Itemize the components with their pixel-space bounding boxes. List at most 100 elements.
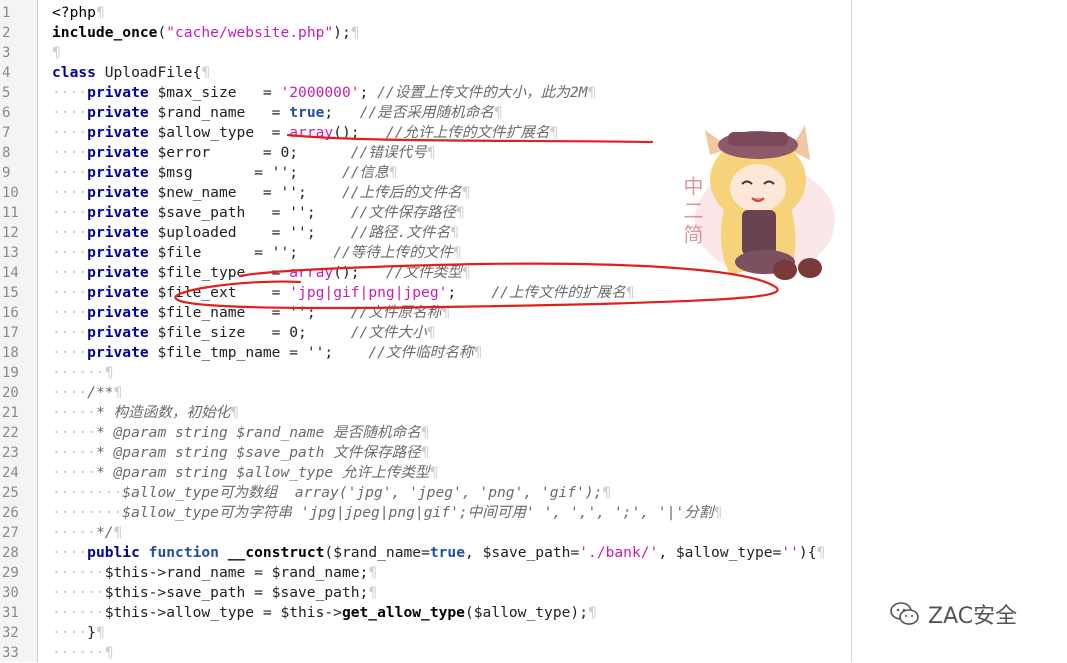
code-token-kw: private bbox=[87, 264, 149, 281]
code-line[interactable]: ····private $msg = ''; //信息¶ bbox=[52, 163, 398, 183]
code-line[interactable]: ······$this->rand_name = $rand_name;¶ bbox=[52, 563, 377, 583]
code-line[interactable]: ······¶ bbox=[52, 363, 114, 383]
code-token-pl: $uploaded = ''; bbox=[148, 224, 351, 241]
code-line[interactable]: <?php¶ bbox=[52, 3, 105, 23]
code-line[interactable]: ·····*/¶ bbox=[52, 523, 122, 543]
code-line[interactable]: ····private $rand_name = true; //是否采用随机命… bbox=[52, 103, 503, 123]
code-line[interactable]: ····private $file_tmp_name = ''; //文件临时名… bbox=[52, 343, 482, 363]
code-line[interactable]: ······$this->allow_type = $this->get_all… bbox=[52, 603, 597, 623]
code-token-cmt: //是否采用随机命名 bbox=[359, 104, 494, 121]
code-line[interactable]: ·····* @param string $allow_type 允许上传类型¶ bbox=[52, 463, 438, 483]
code-token-ind: ···· bbox=[52, 544, 88, 561]
code-token-cmt: * @param string $rand_name 是否随机命名 bbox=[95, 424, 421, 441]
code-line[interactable]: ····private $file_ext = 'jpg|gif|png|jpe… bbox=[52, 283, 634, 303]
code-token-ind: ······ bbox=[52, 564, 105, 581]
code-token-ind: ···· bbox=[52, 224, 88, 241]
code-token-ind: ···· bbox=[52, 324, 88, 341]
code-line[interactable]: ····private $uploaded = ''; //路径.文件名¶ bbox=[52, 223, 459, 243]
code-token-kw: private bbox=[87, 124, 149, 141]
code-token-pl: ($allow_type); bbox=[464, 604, 588, 621]
line-number: 19 bbox=[2, 365, 19, 381]
code-token-ind: ···· bbox=[52, 124, 88, 141]
code-token-pil: ¶ bbox=[625, 284, 635, 301]
code-line[interactable]: include_once("cache/website.php");¶ bbox=[52, 23, 360, 43]
code-token-pl: $file_tmp_name = ''; bbox=[148, 344, 369, 361]
code-line[interactable]: ····}¶ bbox=[52, 623, 105, 643]
code-token-fn: include_once bbox=[52, 24, 158, 41]
code-line[interactable]: ····private $error = 0; //错误代号¶ bbox=[52, 143, 436, 163]
line-number: 9 bbox=[2, 165, 11, 181]
code-editor[interactable]: 1 2 3 4 5 6 7 8 9 10 11 12 13 14 15 16 17 18 19 20 21 22 23 24 2… bbox=[0, 0, 1067, 662]
line-number: 26 bbox=[2, 505, 19, 521]
line-number: 16 bbox=[2, 305, 19, 321]
line-number: 12 bbox=[2, 225, 19, 241]
code-token-pl: $max_size = bbox=[148, 84, 281, 101]
code-token-cmt: //上传文件的扩展名 bbox=[491, 284, 626, 301]
code-token-kw: private bbox=[87, 84, 149, 101]
line-number: 6 bbox=[2, 105, 11, 121]
code-token-pl: } bbox=[87, 624, 96, 641]
code-line[interactable]: ·····* @param string $rand_name 是否随机命名¶ bbox=[52, 423, 430, 443]
code-token-ind: ····· bbox=[52, 424, 96, 441]
code-token-pl: ; bbox=[447, 284, 492, 301]
code-token-pl: $file_type = bbox=[148, 264, 290, 281]
line-number: 33 bbox=[2, 645, 19, 661]
code-token-kw: private bbox=[87, 244, 149, 261]
code-line[interactable]: ·····* 构造函数，初始化¶ bbox=[52, 403, 239, 423]
code-line[interactable]: ········$allow_type可为字符串 'jpg|jpeg|png|g… bbox=[52, 503, 722, 523]
code-token-pil: ¶ bbox=[587, 604, 597, 621]
code-token-pil: ¶ bbox=[493, 104, 503, 121]
code-token-ind: ···· bbox=[52, 204, 88, 221]
code-token-pl: $this->save_path = $save_path; bbox=[104, 584, 369, 601]
code-token-cmt: //等待上传的文件 bbox=[333, 244, 453, 261]
code-line[interactable]: ¶ bbox=[52, 43, 61, 63]
code-token-ind: ···· bbox=[52, 244, 88, 261]
line-number: 21 bbox=[2, 405, 19, 421]
wechat-icon bbox=[890, 602, 919, 625]
code-line[interactable]: ····private $save_path = ''; //文件保存路径¶ bbox=[52, 203, 465, 223]
code-token-str: array bbox=[289, 264, 334, 281]
code-token-cmt: //错误代号 bbox=[350, 144, 427, 161]
line-number: 15 bbox=[2, 285, 19, 301]
code-token-tag: <?php bbox=[52, 4, 96, 21]
right-margin-guide bbox=[851, 0, 852, 662]
code-token-pl: $save_path = ''; bbox=[148, 204, 351, 221]
code-line[interactable]: ······$this->save_path = $save_path;¶ bbox=[52, 583, 377, 603]
code-token-kw: private bbox=[87, 184, 149, 201]
code-line[interactable]: ····private $max_size = '2000000'; //设置上… bbox=[52, 83, 596, 103]
code-token-pil: ¶ bbox=[95, 4, 105, 21]
code-line[interactable]: ····private $file = ''; //等待上传的文件¶ bbox=[52, 243, 462, 263]
code-token-ind: ···· bbox=[52, 184, 88, 201]
code-token-pl: ); bbox=[333, 24, 351, 41]
code-line[interactable]: ····/**¶ bbox=[52, 383, 122, 403]
code-line[interactable]: ········$allow_type可为数组 array('jpg', 'jp… bbox=[52, 483, 611, 503]
code-token-ind: ···· bbox=[52, 344, 88, 361]
code-token-pl: $rand_name = bbox=[148, 104, 290, 121]
code-line[interactable]: ····private $allow_type = array(); //允许上… bbox=[52, 123, 558, 143]
code-line[interactable]: ·····* @param string $save_path 文件保存路径¶ bbox=[52, 443, 430, 463]
code-line[interactable]: ····private $file_name = ''; //文件原名称¶ bbox=[52, 303, 450, 323]
code-line[interactable]: ······¶ bbox=[52, 643, 114, 663]
code-token-cmt: //文件原名称 bbox=[350, 304, 442, 321]
line-number: 1 bbox=[2, 5, 11, 21]
code-token-ind: ···· bbox=[52, 144, 88, 161]
code-token-str: '2000000' bbox=[280, 84, 360, 101]
code-line[interactable]: ····private $file_type = array(); //文件类型… bbox=[52, 263, 471, 283]
code-line[interactable]: class UploadFile{¶ bbox=[52, 63, 210, 83]
code-token-pl: ( bbox=[157, 24, 167, 41]
code-token-cmt: //路径.文件名 bbox=[350, 224, 451, 241]
code-token-pil: ¶ bbox=[461, 264, 471, 281]
code-token-pil: ¶ bbox=[368, 564, 378, 581]
code-token-pil: ¶ bbox=[429, 464, 439, 481]
line-number: 23 bbox=[2, 445, 19, 461]
code-token-cmt: $allow_type可为字符串 'jpg|jpeg|png|gif';中间可用… bbox=[122, 504, 714, 521]
code-line[interactable]: ····private $file_size = 0; //文件大小¶ bbox=[52, 323, 436, 343]
code-token-cmt: //文件类型 bbox=[385, 264, 462, 281]
code-line[interactable]: ····public function __construct($rand_na… bbox=[52, 543, 825, 563]
line-number: 18 bbox=[2, 345, 19, 361]
code-line[interactable]: ····private $new_name = ''; //上传后的文件名¶ bbox=[52, 183, 471, 203]
code-token-pil: ¶ bbox=[104, 644, 114, 661]
code-token-pil: ¶ bbox=[426, 324, 436, 341]
